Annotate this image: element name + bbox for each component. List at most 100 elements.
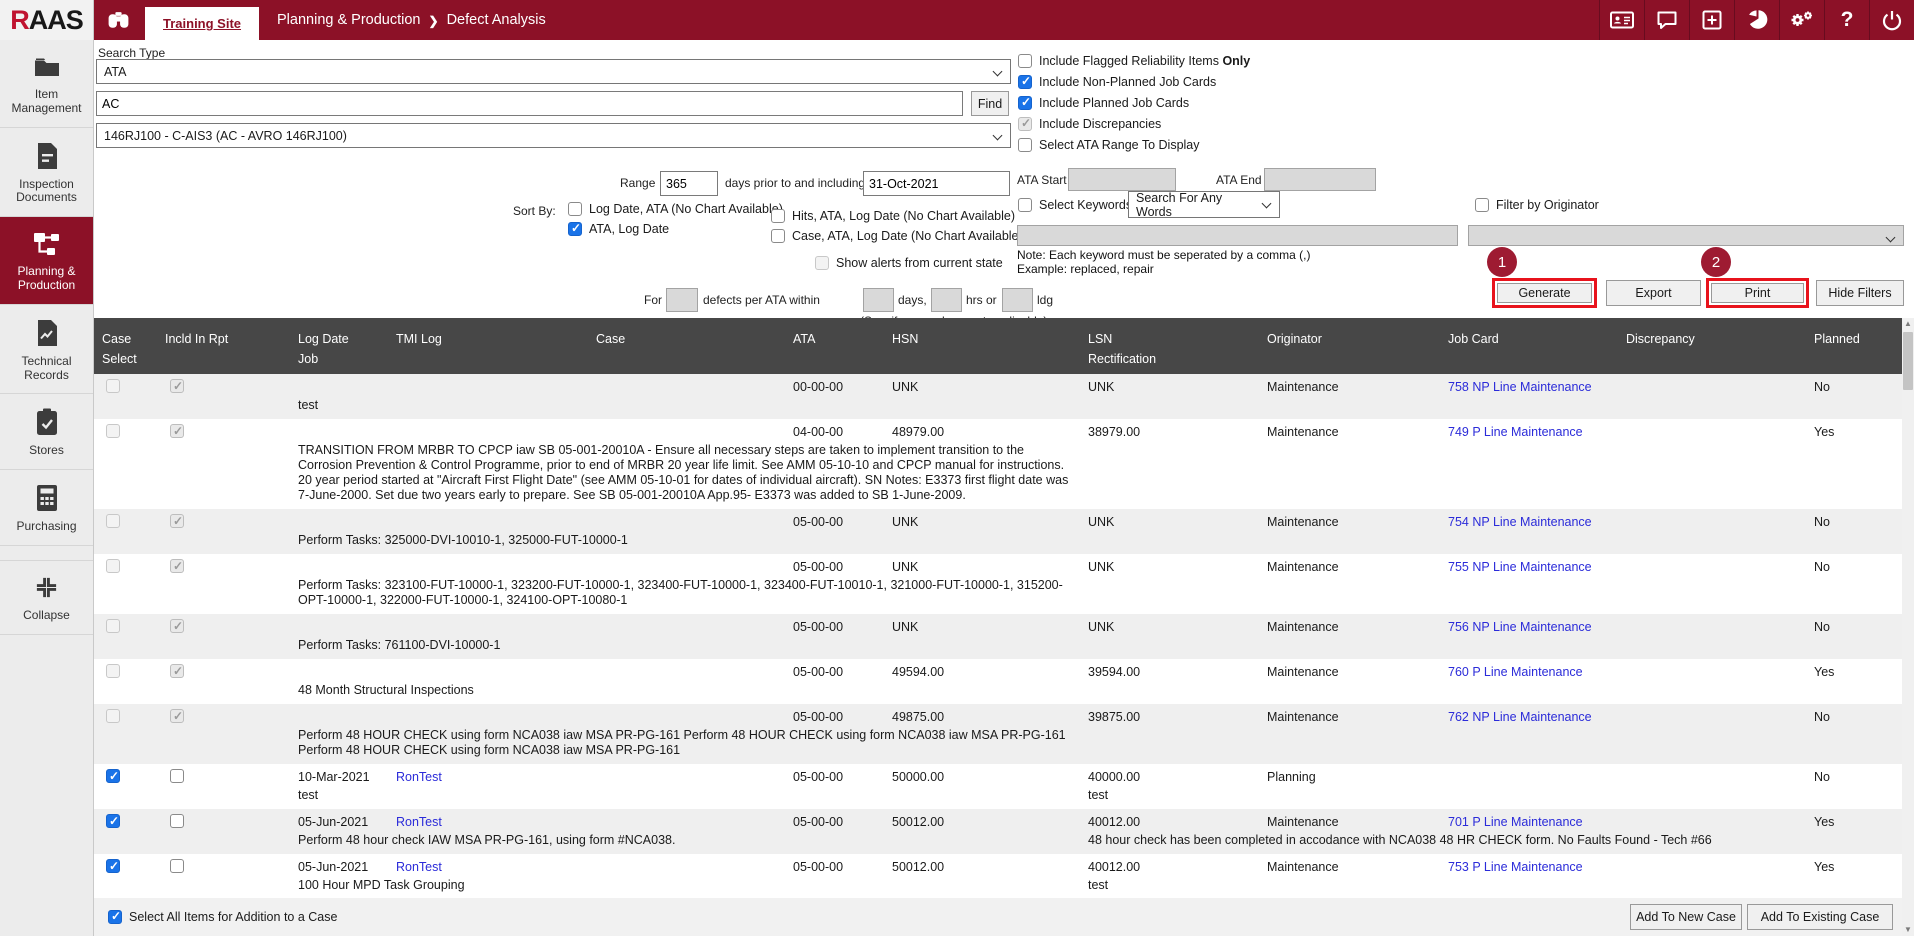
sort-option-checkbox-1[interactable] bbox=[568, 222, 582, 236]
keywords-input bbox=[1017, 225, 1458, 246]
ata-cell: 05-00-00 bbox=[793, 769, 892, 787]
planned-cell: No bbox=[1806, 559, 1902, 577]
ata-end-input bbox=[1264, 168, 1376, 191]
generate-button[interactable]: Generate bbox=[1497, 283, 1592, 303]
sidebar-item-item-management[interactable]: Item Management bbox=[0, 40, 93, 128]
export-button[interactable]: Export bbox=[1606, 280, 1701, 306]
include-option-label: Include Discrepancies bbox=[1039, 117, 1161, 131]
table-row-line1: 05-Jun-2021RonTest05-00-0050012.0040012.… bbox=[94, 814, 1902, 832]
col-header-log-date-job: Log DateJob bbox=[298, 318, 396, 374]
ata-cell: 05-00-00 bbox=[793, 709, 892, 727]
include-option-checkbox-4[interactable] bbox=[1018, 138, 1032, 152]
job-card-link[interactable]: 762 NP Line Maintenance bbox=[1448, 710, 1592, 724]
log-date-cell: 05-Jun-2021 bbox=[298, 859, 396, 877]
log-date-cell bbox=[298, 619, 396, 637]
case-select-cell bbox=[94, 709, 161, 727]
job-card-link[interactable]: 755 NP Line Maintenance bbox=[1448, 560, 1592, 574]
aircraft-select[interactable]: 146RJ100 - C-AIS3 (AC - AVRO 146RJ100) bbox=[96, 123, 1011, 148]
select-all-checkbox[interactable] bbox=[108, 910, 122, 924]
add-to-existing-case-button[interactable]: Add To Existing Case bbox=[1747, 904, 1893, 930]
sidebar-item-purchasing[interactable]: Purchasing bbox=[0, 470, 93, 546]
job-card-link[interactable]: 753 P Line Maintenance bbox=[1448, 860, 1583, 874]
include-option-checkbox-2[interactable] bbox=[1018, 96, 1032, 110]
filter-by-originator-checkbox[interactable] bbox=[1475, 198, 1489, 212]
ata-end-label: ATA End bbox=[1216, 168, 1262, 192]
case-select-cell bbox=[94, 514, 161, 532]
tmi-log-cell: RonTest bbox=[396, 769, 596, 787]
hide-filters-button[interactable]: Hide Filters bbox=[1816, 280, 1904, 306]
range-days-input[interactable] bbox=[660, 171, 718, 196]
search-type-select[interactable]: ATA bbox=[96, 59, 1011, 84]
sort-option-checkbox-3[interactable] bbox=[771, 229, 785, 243]
tmi-log-link[interactable]: RonTest bbox=[396, 815, 442, 829]
lsn-cell: 39594.00 bbox=[1088, 664, 1267, 682]
sort-option-label: Hits, ATA, Log Date (No Chart Available) bbox=[792, 209, 1015, 223]
range-date-input[interactable] bbox=[863, 171, 1010, 196]
sidebar-item-stores[interactable]: Stores bbox=[0, 394, 93, 470]
scroll-up-icon[interactable]: ▲ bbox=[1904, 318, 1912, 330]
vertical-scrollbar[interactable]: ▲ ▼ bbox=[1902, 318, 1914, 936]
job-card-cell: 701 P Line Maintenance bbox=[1448, 814, 1626, 832]
col-header-job-card: Job Card bbox=[1448, 318, 1626, 374]
sort-option-checkbox-0[interactable] bbox=[568, 202, 582, 216]
sidebar-item-label: Item Management bbox=[2, 88, 91, 116]
case-select-checkbox[interactable] bbox=[106, 769, 120, 783]
add-square-icon-button[interactable] bbox=[1689, 0, 1734, 40]
sort-by-label: Sort By: bbox=[513, 204, 556, 218]
case-select-checkbox[interactable] bbox=[106, 859, 120, 873]
sort-option-checkbox-2[interactable] bbox=[771, 209, 785, 223]
table-row-line1: 05-00-00UNKUNKMaintenance754 NP Line Mai… bbox=[94, 514, 1902, 532]
scroll-thumb[interactable] bbox=[1903, 332, 1913, 390]
incld-in-rpt-checkbox bbox=[170, 619, 184, 633]
lsn-cell: 40000.00 bbox=[1088, 769, 1267, 787]
tab-training-site[interactable]: Training Site bbox=[145, 7, 259, 40]
case-select-checkbox bbox=[106, 514, 120, 528]
sidebar-item-inspection-documents[interactable]: Inspection Documents bbox=[0, 128, 93, 218]
job-card-link[interactable]: 701 P Line Maintenance bbox=[1448, 815, 1583, 829]
power-icon-button[interactable] bbox=[1869, 0, 1914, 40]
tmi-log-link[interactable]: RonTest bbox=[396, 770, 442, 784]
add-to-new-case-button[interactable]: Add To New Case bbox=[1630, 904, 1742, 930]
keywords-mode-select[interactable]: Search For Any Words bbox=[1128, 191, 1280, 218]
ata-cell: 05-00-00 bbox=[793, 859, 892, 877]
case-select-checkbox[interactable] bbox=[106, 814, 120, 828]
sidebar: Item Management Inspection DocumentsPlann… bbox=[0, 40, 94, 936]
job-card-link[interactable]: 749 P Line Maintenance bbox=[1448, 425, 1583, 439]
select-keywords-checkbox[interactable] bbox=[1018, 198, 1032, 212]
help-icon-button[interactable]: ? bbox=[1824, 0, 1869, 40]
job-card-link[interactable]: 756 NP Line Maintenance bbox=[1448, 620, 1592, 634]
job-card-link[interactable]: 754 NP Line Maintenance bbox=[1448, 515, 1592, 529]
print-button[interactable]: Print bbox=[1711, 283, 1804, 303]
job-card-cell: 762 NP Line Maintenance bbox=[1448, 709, 1626, 727]
discrepancy-cell bbox=[1626, 859, 1806, 877]
scroll-down-icon[interactable]: ▼ bbox=[1904, 924, 1912, 936]
contact-card-icon-button[interactable] bbox=[1599, 0, 1644, 40]
include-option-checkbox-1[interactable] bbox=[1018, 75, 1032, 89]
include-option-checkbox-0[interactable] bbox=[1018, 54, 1032, 68]
include-option-row: Include Planned Job Cards bbox=[1018, 96, 1250, 110]
incld-in-rpt-checkbox[interactable] bbox=[170, 859, 184, 873]
tmi-log-link[interactable]: RonTest bbox=[396, 860, 442, 874]
chat-icon-button[interactable] bbox=[1644, 0, 1689, 40]
find-button[interactable]: Find bbox=[971, 91, 1009, 116]
planned-cell: No bbox=[1806, 709, 1902, 727]
originator-cell: Maintenance bbox=[1267, 424, 1448, 442]
case-cell bbox=[596, 769, 793, 787]
pie-chart-icon-button[interactable] bbox=[1734, 0, 1779, 40]
logo-letter-r: R bbox=[10, 5, 29, 36]
binoculars-icon bbox=[106, 0, 131, 40]
originator-cell: Maintenance bbox=[1267, 814, 1448, 832]
select-all-row: Select All Items for Addition to a Case bbox=[108, 910, 337, 924]
incld-in-rpt-checkbox[interactable] bbox=[170, 814, 184, 828]
table-row-line2: testtest bbox=[94, 788, 1902, 803]
sidebar-item-planning-production[interactable]: Planning & Production bbox=[0, 217, 93, 305]
job-card-link[interactable]: 758 NP Line Maintenance bbox=[1448, 380, 1592, 394]
originator-cell: Maintenance bbox=[1267, 664, 1448, 682]
sidebar-item-technical-records[interactable]: Technical Records bbox=[0, 305, 93, 395]
settings-gears-icon-button[interactable] bbox=[1779, 0, 1824, 40]
search-input[interactable] bbox=[96, 91, 963, 116]
incld-in-rpt-checkbox[interactable] bbox=[170, 769, 184, 783]
job-card-link[interactable]: 760 P Line Maintenance bbox=[1448, 665, 1583, 679]
annotation-badge-2: 2 bbox=[1701, 247, 1731, 277]
sidebar-item-collapse[interactable]: Collapse bbox=[0, 560, 93, 635]
